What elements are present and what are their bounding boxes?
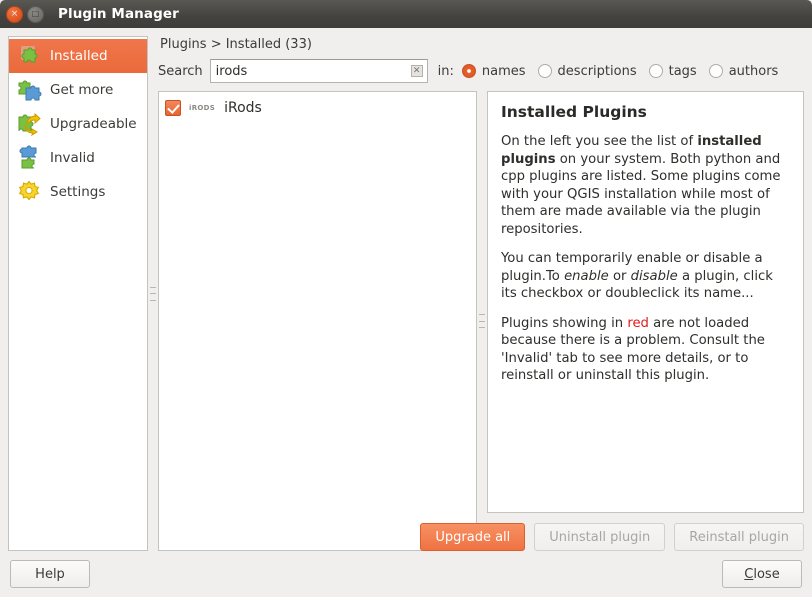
splitter-grip-icon <box>150 286 156 301</box>
close-button-mnemonic: C <box>744 566 754 582</box>
sidebar-item-invalid[interactable]: Invalid <box>9 141 147 175</box>
sidebar-list: Installed Get more Upgradeable Invalid S… <box>9 37 147 209</box>
search-label: Search <box>158 63 203 79</box>
list-item[interactable]: iRODS iRods <box>159 95 476 121</box>
splitter-panels[interactable] <box>477 91 487 551</box>
close-button[interactable]: Close <box>722 560 802 588</box>
content-area: Plugins > Installed (33) Search ✕ in: na… <box>158 36 804 551</box>
sidebar-item-installed[interactable]: Installed <box>9 39 147 73</box>
dialog-body: Installed Get more Upgradeable Invalid S… <box>0 28 812 551</box>
uninstall-plugin-button[interactable]: Uninstall plugin <box>534 523 666 551</box>
detail-paragraph: You can temporarily enable or disable a … <box>501 251 773 301</box>
puzzle-arrow-icon <box>16 111 42 137</box>
radio-descriptions-label: descriptions <box>557 63 637 79</box>
sidebar: Installed Get more Upgradeable Invalid S… <box>8 36 148 551</box>
dialog-footer: Help Close <box>0 551 812 597</box>
splitter-grip-icon <box>479 314 485 328</box>
radio-tags-label: tags <box>668 63 697 79</box>
sidebar-item-settings[interactable]: Settings <box>9 175 147 209</box>
radio-authors[interactable]: authors <box>708 63 779 79</box>
irods-logo-icon: iRODS <box>189 104 216 112</box>
detail-box: Installed Plugins On the left you see th… <box>487 91 804 513</box>
panels-row: iRODS iRods Installed Plugins On the lef… <box>158 91 804 551</box>
gear-icon <box>16 179 42 205</box>
window-title: Plugin Manager <box>58 6 179 22</box>
detail-panel: Installed Plugins On the left you see th… <box>420 91 804 551</box>
radio-names[interactable]: names <box>461 63 526 79</box>
sidebar-item-label: Installed <box>50 48 108 64</box>
sidebar-item-label: Settings <box>50 184 106 200</box>
detail-paragraph: Plugins showing in red are not loaded be… <box>501 315 765 384</box>
sidebar-item-label: Invalid <box>50 150 95 166</box>
puzzle-blue-icon <box>16 77 42 103</box>
radio-tags[interactable]: tags <box>648 63 697 79</box>
window-close-icon[interactable]: × <box>6 5 23 23</box>
plugin-list[interactable]: iRODS iRods <box>158 91 477 551</box>
radio-names-label: names <box>481 63 526 79</box>
window-maximize-glyph: □ <box>31 9 40 18</box>
puzzle-broken-icon <box>16 145 42 171</box>
upgrade-all-button[interactable]: Upgrade all <box>420 523 526 551</box>
close-button-rest: lose <box>753 566 780 582</box>
window-maximize-icon[interactable]: □ <box>27 5 44 23</box>
search-in-label: in: <box>437 63 454 79</box>
puzzle-green-icon <box>16 43 42 69</box>
action-buttons: Upgrade all Uninstall plugin Reinstall p… <box>420 513 804 551</box>
plugin-manager-window: × □ Plugin Manager Installed Get more Up… <box>0 0 812 597</box>
radio-tags-indicator <box>648 64 663 78</box>
search-input[interactable] <box>210 60 427 82</box>
window-close-glyph: × <box>10 8 19 19</box>
radio-authors-label: authors <box>728 63 779 79</box>
breadcrumb: Plugins > Installed (33) <box>160 37 312 52</box>
detail-title: Installed Plugins <box>501 103 647 121</box>
splitter-sidebar[interactable] <box>148 36 158 551</box>
title-bar: × □ Plugin Manager <box>0 0 812 28</box>
reinstall-plugin-button[interactable]: Reinstall plugin <box>674 523 804 551</box>
radio-authors-indicator <box>708 64 723 78</box>
radio-names-indicator <box>461 64 476 78</box>
plugin-name: iRods <box>224 100 262 116</box>
clear-search-icon[interactable]: ✕ <box>410 65 423 77</box>
sidebar-item-label: Upgradeable <box>50 116 137 132</box>
radio-descriptions[interactable]: descriptions <box>537 63 637 79</box>
sidebar-item-upgradeable[interactable]: Upgradeable <box>9 107 147 141</box>
sidebar-item-label: Get more <box>50 82 114 98</box>
plugin-checkbox[interactable] <box>165 100 181 116</box>
search-field[interactable]: ✕ <box>209 59 428 83</box>
search-row: Search ✕ in: names descriptions tags <box>158 59 804 91</box>
detail-paragraph: On the left you see the list of installe… <box>501 134 781 237</box>
radio-descriptions-indicator <box>537 64 552 78</box>
help-button[interactable]: Help <box>10 560 90 588</box>
sidebar-item-get-more[interactable]: Get more <box>9 73 147 107</box>
